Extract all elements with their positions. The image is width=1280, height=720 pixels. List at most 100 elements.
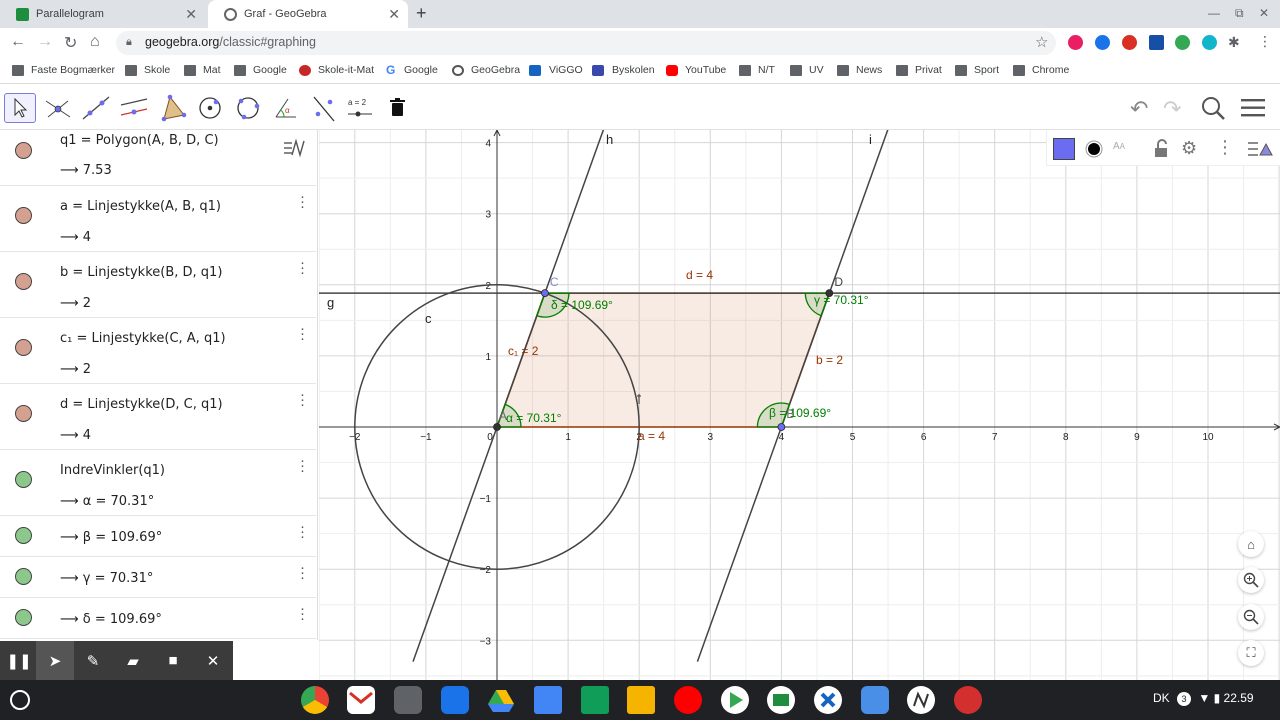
algebra-definition[interactable]: d = Linjestykke(D, C, q1): [60, 397, 223, 412]
polygon-tool-button[interactable]: [156, 93, 188, 123]
circle-three-points-tool-button[interactable]: [232, 93, 264, 123]
extensions-puzzle-icon[interactable]: ✱: [1228, 34, 1240, 51]
delete-tool-button[interactable]: [382, 93, 414, 123]
algebra-row[interactable]: ⟶ γ = 70.31° · · ·: [0, 557, 316, 598]
close-tab-icon[interactable]: ✕: [388, 6, 400, 23]
zoom-in-icon[interactable]: [1238, 567, 1264, 593]
play-store-app-icon[interactable]: [721, 686, 749, 714]
calculator-app-icon[interactable]: [394, 686, 422, 714]
perpendicular-tool-button[interactable]: [118, 93, 150, 123]
bookmark-item[interactable]: YouTube: [685, 64, 726, 76]
bookmark-item[interactable]: Faste Bogmærker: [31, 64, 115, 76]
chrome-app-icon[interactable]: [301, 686, 329, 714]
new-tab-button[interactable]: +: [416, 3, 427, 24]
extension-icon[interactable]: [1202, 35, 1217, 50]
algebra-definition[interactable]: q1 = Polygon(A, B, D, C): [60, 133, 219, 148]
color-swatch-button[interactable]: [1053, 138, 1075, 160]
launcher-icon[interactable]: [10, 690, 30, 710]
label-style-icon[interactable]: AA: [1113, 141, 1125, 152]
extension-icon[interactable]: [1068, 35, 1083, 50]
home-icon[interactable]: ⌂: [90, 33, 100, 51]
graphics-canvas[interactable]: −2 −1 0 1 2 3 4 5 6 7 8 9 104321−1−2−3h igcA BC Dd = 4b…: [319, 130, 1280, 680]
move-tool-button[interactable]: [4, 93, 36, 123]
style-bar-toggle-icon[interactable]: [1246, 138, 1274, 165]
more-options-icon[interactable]: · · ·: [300, 601, 305, 626]
algebra-definition[interactable]: IndreVinkler(q1): [60, 463, 165, 478]
bookmark-item[interactable]: Sport: [974, 64, 999, 76]
close-annotation-icon[interactable]: ✕: [194, 641, 232, 680]
screen-recorder-app-icon[interactable]: [954, 686, 982, 714]
visibility-dot[interactable]: [15, 142, 32, 159]
visibility-dot[interactable]: [15, 339, 32, 356]
algebra-definition[interactable]: a = Linjestykke(A, B, q1): [60, 199, 221, 214]
browser-menu-icon[interactable]: ⋮: [1258, 33, 1272, 50]
visibility-dot[interactable]: [15, 273, 32, 290]
more-options-icon[interactable]: · · ·: [300, 321, 305, 346]
point-tool-button[interactable]: [42, 93, 74, 123]
bookmark-item[interactable]: News: [856, 64, 882, 76]
drive-app-icon[interactable]: [487, 686, 515, 714]
bookmark-star-icon[interactable]: ☆: [1035, 33, 1048, 51]
visibility-dot[interactable]: [15, 471, 32, 488]
unlock-icon[interactable]: [1152, 139, 1170, 164]
bookmark-item[interactable]: GeoGebra: [471, 64, 520, 76]
highlighter-icon[interactable]: ▰: [114, 641, 152, 680]
reflect-tool-button[interactable]: [308, 93, 340, 123]
undo-icon[interactable]: ↶: [1130, 96, 1148, 122]
fullscreen-icon[interactable]: ⛶: [1238, 640, 1264, 666]
restore-icon[interactable]: ⧉: [1235, 6, 1244, 21]
bookmark-item[interactable]: Privat: [915, 64, 942, 76]
line-tool-button[interactable]: [80, 93, 112, 123]
pointer-icon[interactable]: ➤: [36, 641, 74, 680]
more-options-icon[interactable]: · · ·: [300, 387, 305, 412]
pen-icon[interactable]: ✎: [74, 641, 112, 680]
algebra-row[interactable]: IndreVinkler(q1) ⟶ α = 70.31° · · ·: [0, 450, 316, 516]
bookmark-item[interactable]: Skole-it-Mat: [318, 64, 374, 76]
url-text[interactable]: geogebra.org/classic#graphing: [145, 35, 316, 49]
geogebra-app-icon[interactable]: [907, 686, 935, 714]
slider-tool-button[interactable]: a = 2: [344, 93, 376, 123]
point-style-button[interactable]: [1083, 138, 1105, 160]
extension-icon[interactable]: [1122, 35, 1137, 50]
visibility-dot[interactable]: [15, 405, 32, 422]
bookmark-item[interactable]: Google: [253, 64, 287, 76]
more-options-icon[interactable]: · · ·: [300, 189, 305, 214]
back-icon[interactable]: ←: [10, 33, 26, 51]
circle-tool-button[interactable]: [194, 93, 226, 123]
algebra-row[interactable]: ⟶ β = 109.69° · · ·: [0, 516, 316, 557]
standard-view-home-icon[interactable]: ⌂: [1238, 531, 1264, 557]
bookmark-item[interactable]: Byskolen: [612, 64, 655, 76]
settings-gear-icon[interactable]: ⚙: [1181, 138, 1197, 159]
algebra-row[interactable]: b = Linjestykke(B, D, q1) ⟶ 2 · · ·: [0, 252, 316, 318]
gmail-app-icon[interactable]: [347, 686, 375, 714]
zoom-out-icon[interactable]: [1238, 604, 1264, 630]
algebra-row[interactable]: c₁ = Linjestykke(C, A, q1) ⟶ 2 · · ·: [0, 318, 316, 384]
more-options-icon[interactable]: · · ·: [300, 560, 305, 585]
tab-parallelogram[interactable]: Parallelogram ✕: [0, 0, 205, 28]
bookmark-item[interactable]: Skole: [144, 64, 170, 76]
search-icon[interactable]: [1200, 95, 1226, 126]
files-app-icon[interactable]: [441, 686, 469, 714]
reload-icon[interactable]: ↻: [64, 33, 77, 53]
app-icon[interactable]: [814, 686, 842, 714]
close-window-icon[interactable]: ✕: [1259, 6, 1269, 20]
more-options-icon[interactable]: · · ·: [300, 453, 305, 478]
sheets-app-icon[interactable]: [581, 686, 609, 714]
pause-icon[interactable]: ❚❚: [0, 641, 38, 680]
extension-icon[interactable]: [1149, 35, 1164, 50]
algebra-row[interactable]: d = Linjestykke(D, C, q1) ⟶ 4 · · ·: [0, 384, 316, 450]
bookmark-item[interactable]: ViGGO: [549, 64, 583, 76]
visibility-dot[interactable]: [15, 568, 32, 585]
hamburger-menu-icon[interactable]: [1241, 98, 1265, 123]
algebra-definition[interactable]: b = Linjestykke(B, D, q1): [60, 265, 222, 280]
visibility-dot[interactable]: [15, 207, 32, 224]
bookmark-item[interactable]: Chrome: [1032, 64, 1069, 76]
youtube-app-icon[interactable]: [674, 686, 702, 714]
more-icon[interactable]: ⋮: [1216, 137, 1234, 158]
more-options-icon[interactable]: · · ·: [300, 519, 305, 544]
minimize-icon[interactable]: —: [1208, 6, 1220, 20]
extension-icon[interactable]: [1095, 35, 1110, 50]
redo-icon[interactable]: ↷: [1163, 96, 1181, 122]
docs-app-icon[interactable]: [534, 686, 562, 714]
app-icon[interactable]: [861, 686, 889, 714]
